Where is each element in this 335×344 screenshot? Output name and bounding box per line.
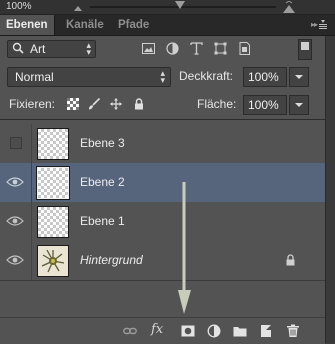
opacity-dropdown-button[interactable]: [289, 67, 309, 87]
layer-name[interactable]: Ebene 3: [80, 136, 125, 150]
tab-kanaele[interactable]: Kanäle: [60, 15, 110, 35]
layers-bottom-toolbar: fx: [0, 317, 325, 344]
layer-separator: [31, 241, 32, 280]
filter-toggle-switch[interactable]: [298, 39, 312, 60]
filter-type-value: Art: [30, 42, 46, 56]
toggle-knob: [301, 42, 309, 50]
eye-icon[interactable]: [5, 214, 25, 228]
panel-menu-icon[interactable]: [318, 19, 328, 29]
layer-separator: [31, 202, 32, 241]
visibility-toggle-off[interactable]: [10, 137, 22, 149]
pixel-layer-filter-icon[interactable]: [142, 42, 155, 55]
blend-mode-select[interactable]: Normal ▴ ▾: [7, 67, 171, 87]
smart-object-filter-icon[interactable]: [238, 42, 251, 55]
lock-icon: [286, 254, 295, 266]
delete-icon[interactable]: [286, 324, 300, 338]
zoom-slider-thumb[interactable]: [175, 1, 185, 9]
zoom-out-icon[interactable]: [74, 3, 82, 11]
spinner-arrows-icon: ▴ ▾: [160, 68, 165, 85]
eye-icon[interactable]: [5, 175, 25, 189]
fill-input[interactable]: 100%: [243, 95, 287, 115]
lock-all-icon[interactable]: [133, 98, 145, 110]
background-thumbnail: [37, 245, 69, 277]
layer-row-ebene-1[interactable]: Ebene 1: [0, 202, 325, 242]
zoom-strip: 100%: [0, 0, 335, 15]
search-icon: [12, 42, 24, 54]
layer-row-ebene-2[interactable]: Ebene 2: [0, 163, 325, 203]
flower-image: [38, 246, 68, 276]
blend-mode-value: Normal: [15, 70, 54, 84]
new-group-icon[interactable]: [233, 324, 247, 338]
tab-ebenen[interactable]: Ebenen: [0, 15, 55, 35]
panel-divider: [0, 119, 325, 120]
layers-panel: Art ▴ ▾ Normal ▴ ▾ Deckkraft: 100% Fixiere…: [0, 36, 325, 344]
layer-thumbnail: [37, 206, 69, 238]
collapse-icon[interactable]: ▸▸: [311, 20, 318, 29]
add-mask-icon[interactable]: [181, 324, 195, 338]
layer-row-ebene-3[interactable]: Ebene 3: [0, 124, 325, 164]
adjustment-layer-icon[interactable]: [207, 324, 221, 338]
panel-tabbar: Ebenen Kanäle Pfade ▸▸: [0, 15, 335, 36]
layer-thumbnail: [37, 128, 69, 160]
type-layer-filter-icon[interactable]: [190, 42, 203, 55]
layer-row-hintergrund[interactable]: Hintergrund: [0, 241, 325, 281]
layer-name[interactable]: Hintergrund: [80, 253, 143, 267]
layer-name[interactable]: Ebene 1: [80, 214, 125, 228]
zoom-level: 100%: [6, 1, 32, 12]
spinner-arrows-icon: ▴ ▾: [86, 40, 91, 57]
tab-pfade[interactable]: Pfade: [112, 15, 155, 35]
lock-image-pixels-brush-icon[interactable]: [88, 98, 100, 110]
panel-scrollbar[interactable]: [325, 36, 335, 343]
lock-transparent-pixels-icon[interactable]: [67, 98, 79, 110]
layer-separator: [31, 124, 32, 163]
link-icon[interactable]: [123, 324, 137, 338]
opacity-value: 100%: [248, 70, 279, 84]
layer-name[interactable]: Ebene 2: [80, 175, 125, 189]
layer-thumbnail: [37, 167, 69, 199]
layer-separator: [31, 163, 32, 202]
eye-icon[interactable]: [5, 253, 25, 267]
lock-position-move-icon[interactable]: [110, 98, 122, 110]
opacity-input[interactable]: 100%: [243, 67, 287, 87]
adjustment-layer-filter-icon[interactable]: [166, 42, 179, 55]
fill-label: Fläche:: [197, 97, 237, 111]
filter-type-select[interactable]: Art ▴ ▾: [7, 40, 96, 58]
fill-dropdown-button[interactable]: [289, 95, 309, 115]
fill-value: 100%: [248, 98, 279, 112]
lock-label: Fixieren:: [9, 97, 56, 111]
zoom-in-icon[interactable]: [283, 1, 295, 13]
shape-layer-filter-icon[interactable]: [214, 42, 227, 55]
opacity-label: Deckkraft:: [179, 69, 234, 83]
new-layer-icon[interactable]: [259, 324, 273, 338]
fx-icon[interactable]: fx: [151, 322, 171, 337]
